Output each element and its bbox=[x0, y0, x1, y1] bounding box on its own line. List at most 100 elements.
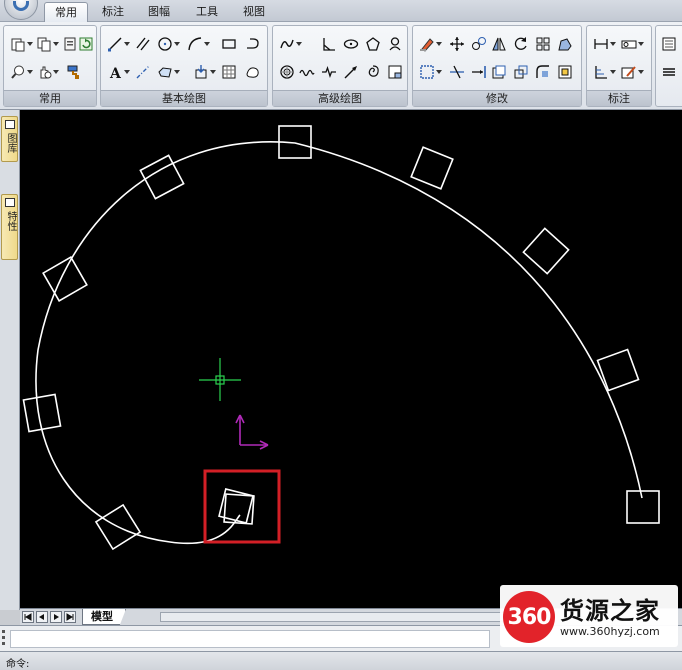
offset-icon[interactable] bbox=[489, 62, 508, 81]
text-icon[interactable]: A bbox=[105, 62, 124, 81]
horizontal-scrollbar[interactable] bbox=[160, 612, 510, 622]
leader-arrow-icon[interactable] bbox=[341, 62, 360, 81]
palette-tab-properties[interactable]: 特性 bbox=[1, 194, 18, 260]
select-window-icon[interactable] bbox=[417, 62, 436, 81]
paste-icon[interactable] bbox=[8, 34, 27, 53]
wave-line-icon[interactable] bbox=[297, 62, 316, 81]
block-dropdown-icon[interactable] bbox=[210, 62, 216, 81]
tab-changyong[interactable]: 常用 bbox=[44, 2, 88, 22]
move-icon[interactable] bbox=[447, 34, 466, 53]
spline-icon[interactable] bbox=[277, 34, 296, 53]
panel-advanced-draw: 高级绘图 bbox=[272, 25, 408, 107]
palette-tab-library[interactable]: 图库 bbox=[1, 116, 18, 162]
spline-dropdown-icon[interactable] bbox=[296, 34, 302, 53]
pan-dropdown-icon[interactable] bbox=[53, 62, 59, 81]
match-properties-icon[interactable] bbox=[64, 62, 83, 81]
linear-dimension-icon[interactable] bbox=[591, 34, 610, 53]
fillet-icon[interactable] bbox=[533, 62, 552, 81]
panel-annotate-title: 标注 bbox=[587, 90, 651, 106]
region-icon[interactable] bbox=[243, 62, 262, 81]
last-layout-button[interactable] bbox=[64, 611, 76, 623]
tab-tufu[interactable]: 图幅 bbox=[138, 2, 180, 22]
rectangle-3[interactable] bbox=[522, 227, 570, 275]
menu-lines-icon[interactable] bbox=[659, 62, 678, 81]
tab-model[interactable]: 模型 bbox=[82, 609, 126, 625]
annotation-dropdown-icon[interactable] bbox=[638, 62, 644, 81]
copy-object-icon[interactable] bbox=[469, 34, 488, 53]
arc-icon[interactable] bbox=[185, 34, 204, 53]
application-menu-button[interactable] bbox=[4, 0, 38, 20]
array-icon[interactable] bbox=[533, 34, 552, 53]
rectangle-8[interactable] bbox=[22, 393, 62, 433]
centerline-icon[interactable] bbox=[133, 62, 152, 81]
rectangle-icon[interactable] bbox=[219, 34, 238, 53]
command-history[interactable] bbox=[10, 630, 490, 648]
donut-icon[interactable] bbox=[277, 62, 296, 81]
line-dropdown-icon[interactable] bbox=[124, 34, 130, 53]
parallel-lines-icon[interactable] bbox=[133, 34, 152, 53]
svg-text:A: A bbox=[109, 66, 122, 80]
rectangle-2[interactable] bbox=[410, 146, 454, 190]
dimension-dropdown-icon[interactable] bbox=[610, 34, 616, 53]
command-prompt[interactable]: 命令: bbox=[6, 655, 29, 670]
circle-icon[interactable] bbox=[155, 34, 174, 53]
stretch-icon[interactable] bbox=[555, 34, 574, 53]
zoom-dropdown-icon[interactable] bbox=[27, 62, 33, 81]
spiral-icon[interactable] bbox=[363, 62, 382, 81]
hatch-icon[interactable] bbox=[155, 62, 174, 81]
layer-icon[interactable] bbox=[659, 34, 678, 53]
block-insert-icon[interactable] bbox=[191, 62, 210, 81]
regenerate-icon[interactable] bbox=[76, 34, 95, 53]
command-window-grip[interactable] bbox=[2, 630, 6, 648]
zoom-icon[interactable] bbox=[8, 62, 27, 81]
watermark-badge: 360 bbox=[503, 591, 555, 643]
first-layout-button[interactable] bbox=[22, 611, 34, 623]
polyline-icon[interactable] bbox=[243, 34, 262, 53]
angle-line-icon[interactable] bbox=[319, 34, 338, 53]
arc-dropdown-icon[interactable] bbox=[204, 34, 210, 53]
tool-palette-strip: 图库 特性 bbox=[0, 110, 20, 610]
circle-dropdown-icon[interactable] bbox=[174, 34, 180, 53]
title-block-icon[interactable] bbox=[385, 62, 404, 81]
annotation-edit-icon[interactable] bbox=[619, 62, 638, 81]
hatch-dropdown-icon[interactable] bbox=[174, 62, 180, 81]
rotate-icon[interactable] bbox=[511, 34, 530, 53]
rectangle-5[interactable] bbox=[626, 490, 660, 524]
scale-icon[interactable] bbox=[511, 62, 530, 81]
line-icon[interactable] bbox=[105, 34, 124, 53]
ellipse-icon[interactable] bbox=[341, 34, 360, 53]
tolerance-dropdown-icon[interactable] bbox=[638, 34, 644, 53]
palette-tab-library-label: 图库 bbox=[5, 133, 16, 153]
explode-icon[interactable] bbox=[555, 62, 574, 81]
next-icon bbox=[54, 614, 59, 620]
rectangle-7[interactable] bbox=[42, 256, 88, 302]
spiral-curve[interactable] bbox=[35, 141, 643, 545]
tab-biaozhu[interactable]: 标注 bbox=[92, 2, 134, 22]
copy-dropdown-icon[interactable] bbox=[53, 34, 59, 53]
mirror-icon[interactable] bbox=[489, 34, 508, 53]
panel-basic-draw-title: 基本绘图 bbox=[101, 90, 267, 106]
ordinate-dropdown-icon[interactable] bbox=[610, 62, 616, 81]
table-icon[interactable] bbox=[219, 62, 238, 81]
paste-dropdown-icon[interactable] bbox=[27, 34, 33, 53]
break-line-icon[interactable] bbox=[319, 62, 338, 81]
tab-shitu[interactable]: 视图 bbox=[233, 2, 275, 22]
trim-icon[interactable] bbox=[447, 62, 466, 81]
previous-layout-button[interactable] bbox=[36, 611, 48, 623]
drawing-canvas[interactable] bbox=[20, 110, 682, 608]
panel-basic-draw: A 基本绘图 bbox=[100, 25, 268, 107]
crosshair-cursor bbox=[199, 358, 241, 401]
erase-dropdown-icon[interactable] bbox=[436, 34, 442, 53]
tolerance-icon[interactable] bbox=[619, 34, 638, 53]
pan-icon[interactable] bbox=[34, 62, 53, 81]
next-layout-button[interactable] bbox=[50, 611, 62, 623]
copy-icon[interactable] bbox=[34, 34, 53, 53]
erase-icon[interactable] bbox=[417, 34, 436, 53]
tab-gongju[interactable]: 工具 bbox=[186, 2, 228, 22]
text-dropdown-icon[interactable] bbox=[124, 62, 130, 81]
revision-cloud-icon[interactable] bbox=[385, 34, 404, 53]
ordinate-dimension-icon[interactable] bbox=[591, 62, 610, 81]
polygon-icon[interactable] bbox=[363, 34, 382, 53]
extend-icon[interactable] bbox=[469, 62, 488, 81]
select-dropdown-icon[interactable] bbox=[436, 62, 442, 81]
